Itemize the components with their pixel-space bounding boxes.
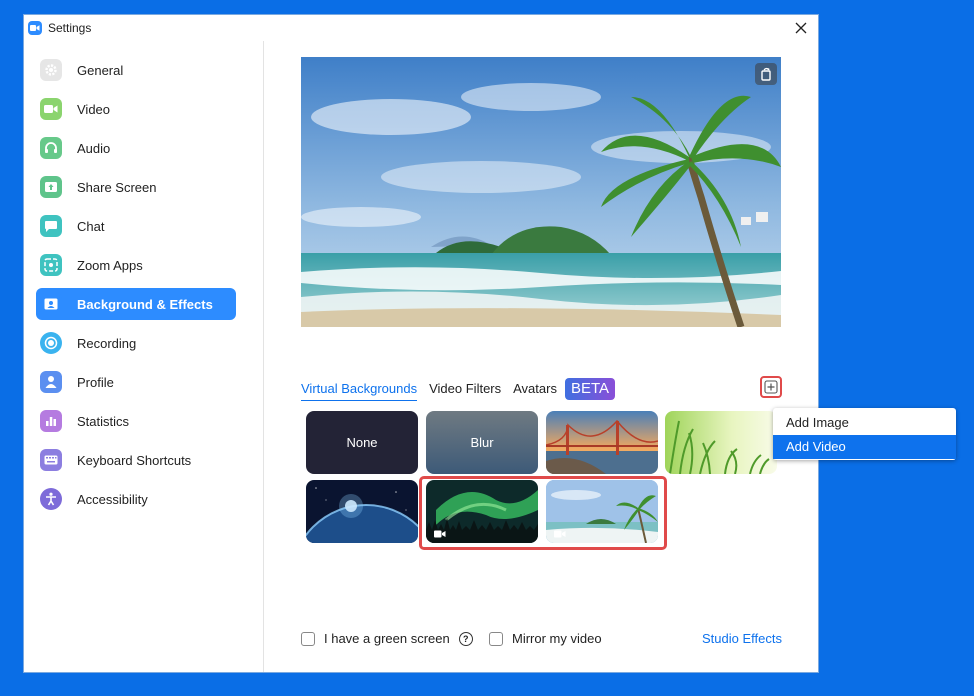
background-aurora-video[interactable] (426, 480, 538, 543)
background-tabs: Virtual Backgrounds Video Filters Avatar… (301, 377, 616, 401)
add-background-menu: Add Image Add Video (773, 408, 956, 460)
menu-item-add-video[interactable]: Add Video (773, 435, 956, 459)
sidebar-item-share-screen[interactable]: Share Screen (36, 171, 236, 203)
background-none[interactable]: None (306, 411, 418, 474)
chat-bubble-icon (40, 215, 62, 237)
video-preview (301, 57, 781, 327)
sidebar-item-label: Video (77, 101, 111, 117)
background-grass[interactable] (665, 411, 777, 474)
sidebar-item-label: Profile (77, 374, 114, 390)
earth-image (306, 480, 418, 543)
sidebar-item-chat[interactable]: Chat (36, 210, 236, 242)
thumbnail-label: Blur (470, 435, 494, 450)
sidebar-item-label: Audio (77, 140, 111, 156)
background-beach-video[interactable] (546, 480, 658, 543)
beach-preview-image (301, 57, 781, 327)
menu-item-add-image[interactable]: Add Image (773, 411, 956, 435)
close-icon (795, 22, 807, 34)
video-camera-icon (40, 98, 62, 120)
sidebar-item-statistics[interactable]: Statistics (36, 405, 236, 437)
sidebar-item-profile[interactable]: Profile (36, 366, 236, 398)
grass-image (665, 411, 777, 474)
gear-icon (40, 59, 62, 81)
sidebar-item-label: Keyboard Shortcuts (77, 452, 192, 468)
mirror-label: Mirror my video (512, 631, 602, 646)
mirror-checkbox[interactable] (489, 631, 503, 646)
mirror-option: Mirror my video (489, 631, 602, 646)
record-icon (40, 332, 62, 354)
sidebar-item-label: Share Screen (77, 179, 157, 195)
video-camera-icon (434, 530, 446, 538)
green-screen-option: I have a green screen ? (301, 631, 473, 646)
tab-virtual-backgrounds[interactable]: Virtual Backgrounds (301, 378, 418, 401)
studio-effects-link[interactable]: Studio Effects (702, 631, 782, 646)
apps-icon (40, 254, 62, 276)
help-icon[interactable]: ? (458, 631, 473, 646)
beta-badge: BETA (564, 378, 616, 400)
title-bar: Settings (24, 15, 818, 41)
zoom-app-icon (28, 21, 42, 35)
sidebar-item-label: Background & Effects (77, 296, 213, 312)
close-button[interactable] (792, 19, 810, 37)
background-golden-gate[interactable] (546, 411, 658, 474)
plus-icon (764, 380, 778, 394)
green-screen-checkbox[interactable] (301, 631, 315, 646)
person-portrait-icon (40, 293, 62, 315)
tab-avatars[interactable]: Avatars (513, 378, 557, 400)
sidebar-item-label: General (77, 62, 124, 78)
settings-sidebar: General Video Audio Share Screen Chat Zo… (24, 41, 264, 672)
background-blur[interactable]: Blur (426, 411, 538, 474)
settings-window: Settings General Video Audio Share Scree… (24, 15, 818, 672)
green-screen-label: I have a green screen (324, 631, 450, 646)
sidebar-item-label: Recording (77, 335, 137, 351)
video-camera-icon (554, 530, 566, 538)
sidebar-item-label: Zoom Apps (77, 257, 143, 273)
golden-gate-image (546, 411, 658, 474)
rotate-camera-button[interactable] (755, 63, 777, 85)
sidebar-item-video[interactable]: Video (36, 93, 236, 125)
sidebar-item-label: Accessibility (77, 491, 148, 507)
sidebar-item-general[interactable]: General (36, 54, 236, 86)
share-screen-icon (40, 176, 62, 198)
background-earth[interactable] (306, 480, 418, 543)
sidebar-item-background-effects[interactable]: Background & Effects (36, 288, 236, 320)
keyboard-icon (40, 449, 62, 471)
bar-chart-icon (40, 410, 62, 432)
window-title: Settings (48, 21, 92, 35)
headphones-icon (40, 137, 62, 159)
thumbnail-label: None (346, 435, 378, 450)
sidebar-item-zoom-apps[interactable]: Zoom Apps (36, 249, 236, 281)
tab-video-filters[interactable]: Video Filters (429, 378, 501, 400)
rotate-icon (761, 67, 771, 81)
accessibility-icon (40, 488, 62, 510)
sidebar-item-label: Statistics (77, 413, 130, 429)
sidebar-item-audio[interactable]: Audio (36, 132, 236, 164)
add-background-button[interactable] (760, 376, 782, 398)
sidebar-item-label: Chat (77, 218, 105, 234)
sidebar-item-keyboard-shortcuts[interactable]: Keyboard Shortcuts (36, 444, 236, 476)
sidebar-item-recording[interactable]: Recording (36, 327, 236, 359)
sidebar-item-accessibility[interactable]: Accessibility (36, 483, 236, 515)
profile-icon (40, 371, 62, 393)
